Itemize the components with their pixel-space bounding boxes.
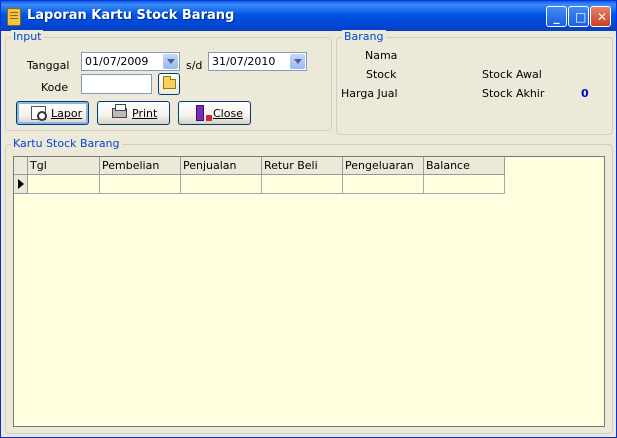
lapor-button[interactable]: Lapor	[16, 101, 89, 125]
table-row[interactable]	[14, 175, 505, 194]
main-window: Laporan Kartu Stock Barang _ □ ✕ Input T…	[0, 0, 617, 438]
maximize-button[interactable]: □	[568, 6, 589, 27]
column-header-balance[interactable]: Balance	[424, 157, 505, 175]
date-to-picker[interactable]: 31/07/2010	[208, 52, 307, 71]
tanggal-label: Tanggal	[27, 59, 70, 72]
lapor-button-label: Lapor	[51, 107, 83, 120]
report-preview-icon	[31, 106, 47, 121]
table-cell[interactable]	[424, 175, 505, 194]
window-title: Laporan Kartu Stock Barang	[27, 8, 235, 23]
table-cell[interactable]	[181, 175, 262, 194]
row-indicator-icon	[14, 175, 28, 194]
stock-akhir-value: 0	[581, 87, 589, 100]
stock-grid[interactable]: Tgl Pembelian Penjualan Retur Beli Penge…	[13, 156, 605, 427]
stock-label: Stock	[366, 68, 397, 81]
chevron-down-icon[interactable]	[290, 54, 305, 69]
table-cell[interactable]	[100, 175, 181, 194]
folder-open-icon	[163, 76, 176, 89]
date-to-value: 31/07/2010	[212, 55, 276, 68]
title-bar[interactable]: Laporan Kartu Stock Barang _ □ ✕	[1, 1, 616, 31]
exit-door-icon	[196, 105, 212, 121]
app-icon	[7, 8, 21, 26]
kartu-stock-group-title: Kartu Stock Barang	[11, 137, 122, 150]
column-header-pembelian[interactable]: Pembelian	[100, 157, 181, 175]
nama-label: Nama	[365, 49, 398, 62]
table-cell[interactable]	[262, 175, 343, 194]
browse-kode-button[interactable]	[158, 73, 180, 95]
sd-label: s/d	[186, 59, 203, 72]
kode-input[interactable]	[81, 74, 152, 94]
minimize-button[interactable]: _	[546, 6, 567, 27]
column-header-penjualan[interactable]: Penjualan	[181, 157, 262, 175]
print-button-label: Print	[132, 107, 158, 120]
printer-icon	[112, 104, 127, 118]
table-cell[interactable]	[343, 175, 424, 194]
stock-awal-label: Stock Awal	[482, 68, 542, 81]
print-button[interactable]: Print	[97, 101, 170, 125]
chevron-down-icon[interactable]	[163, 54, 178, 69]
stock-akhir-label: Stock Akhir	[482, 87, 545, 100]
grid-corner	[14, 157, 28, 175]
grid-header: Tgl Pembelian Penjualan Retur Beli Penge…	[14, 157, 505, 175]
date-from-value: 01/07/2009	[85, 55, 149, 68]
input-group-title: Input	[11, 30, 44, 43]
close-button[interactable]: Close	[178, 101, 251, 125]
date-from-picker[interactable]: 01/07/2009	[81, 52, 180, 71]
close-window-button[interactable]: ✕	[590, 6, 611, 27]
harga-jual-label: Harga Jual	[341, 87, 398, 100]
column-header-pengeluaran[interactable]: Pengeluaran	[343, 157, 424, 175]
table-cell[interactable]	[28, 175, 100, 194]
column-header-tgl[interactable]: Tgl	[28, 157, 100, 175]
barang-group-title: Barang	[342, 30, 386, 43]
kode-label: Kode	[41, 81, 69, 94]
column-header-retur-beli[interactable]: Retur Beli	[262, 157, 343, 175]
close-button-label: Close	[213, 107, 243, 120]
